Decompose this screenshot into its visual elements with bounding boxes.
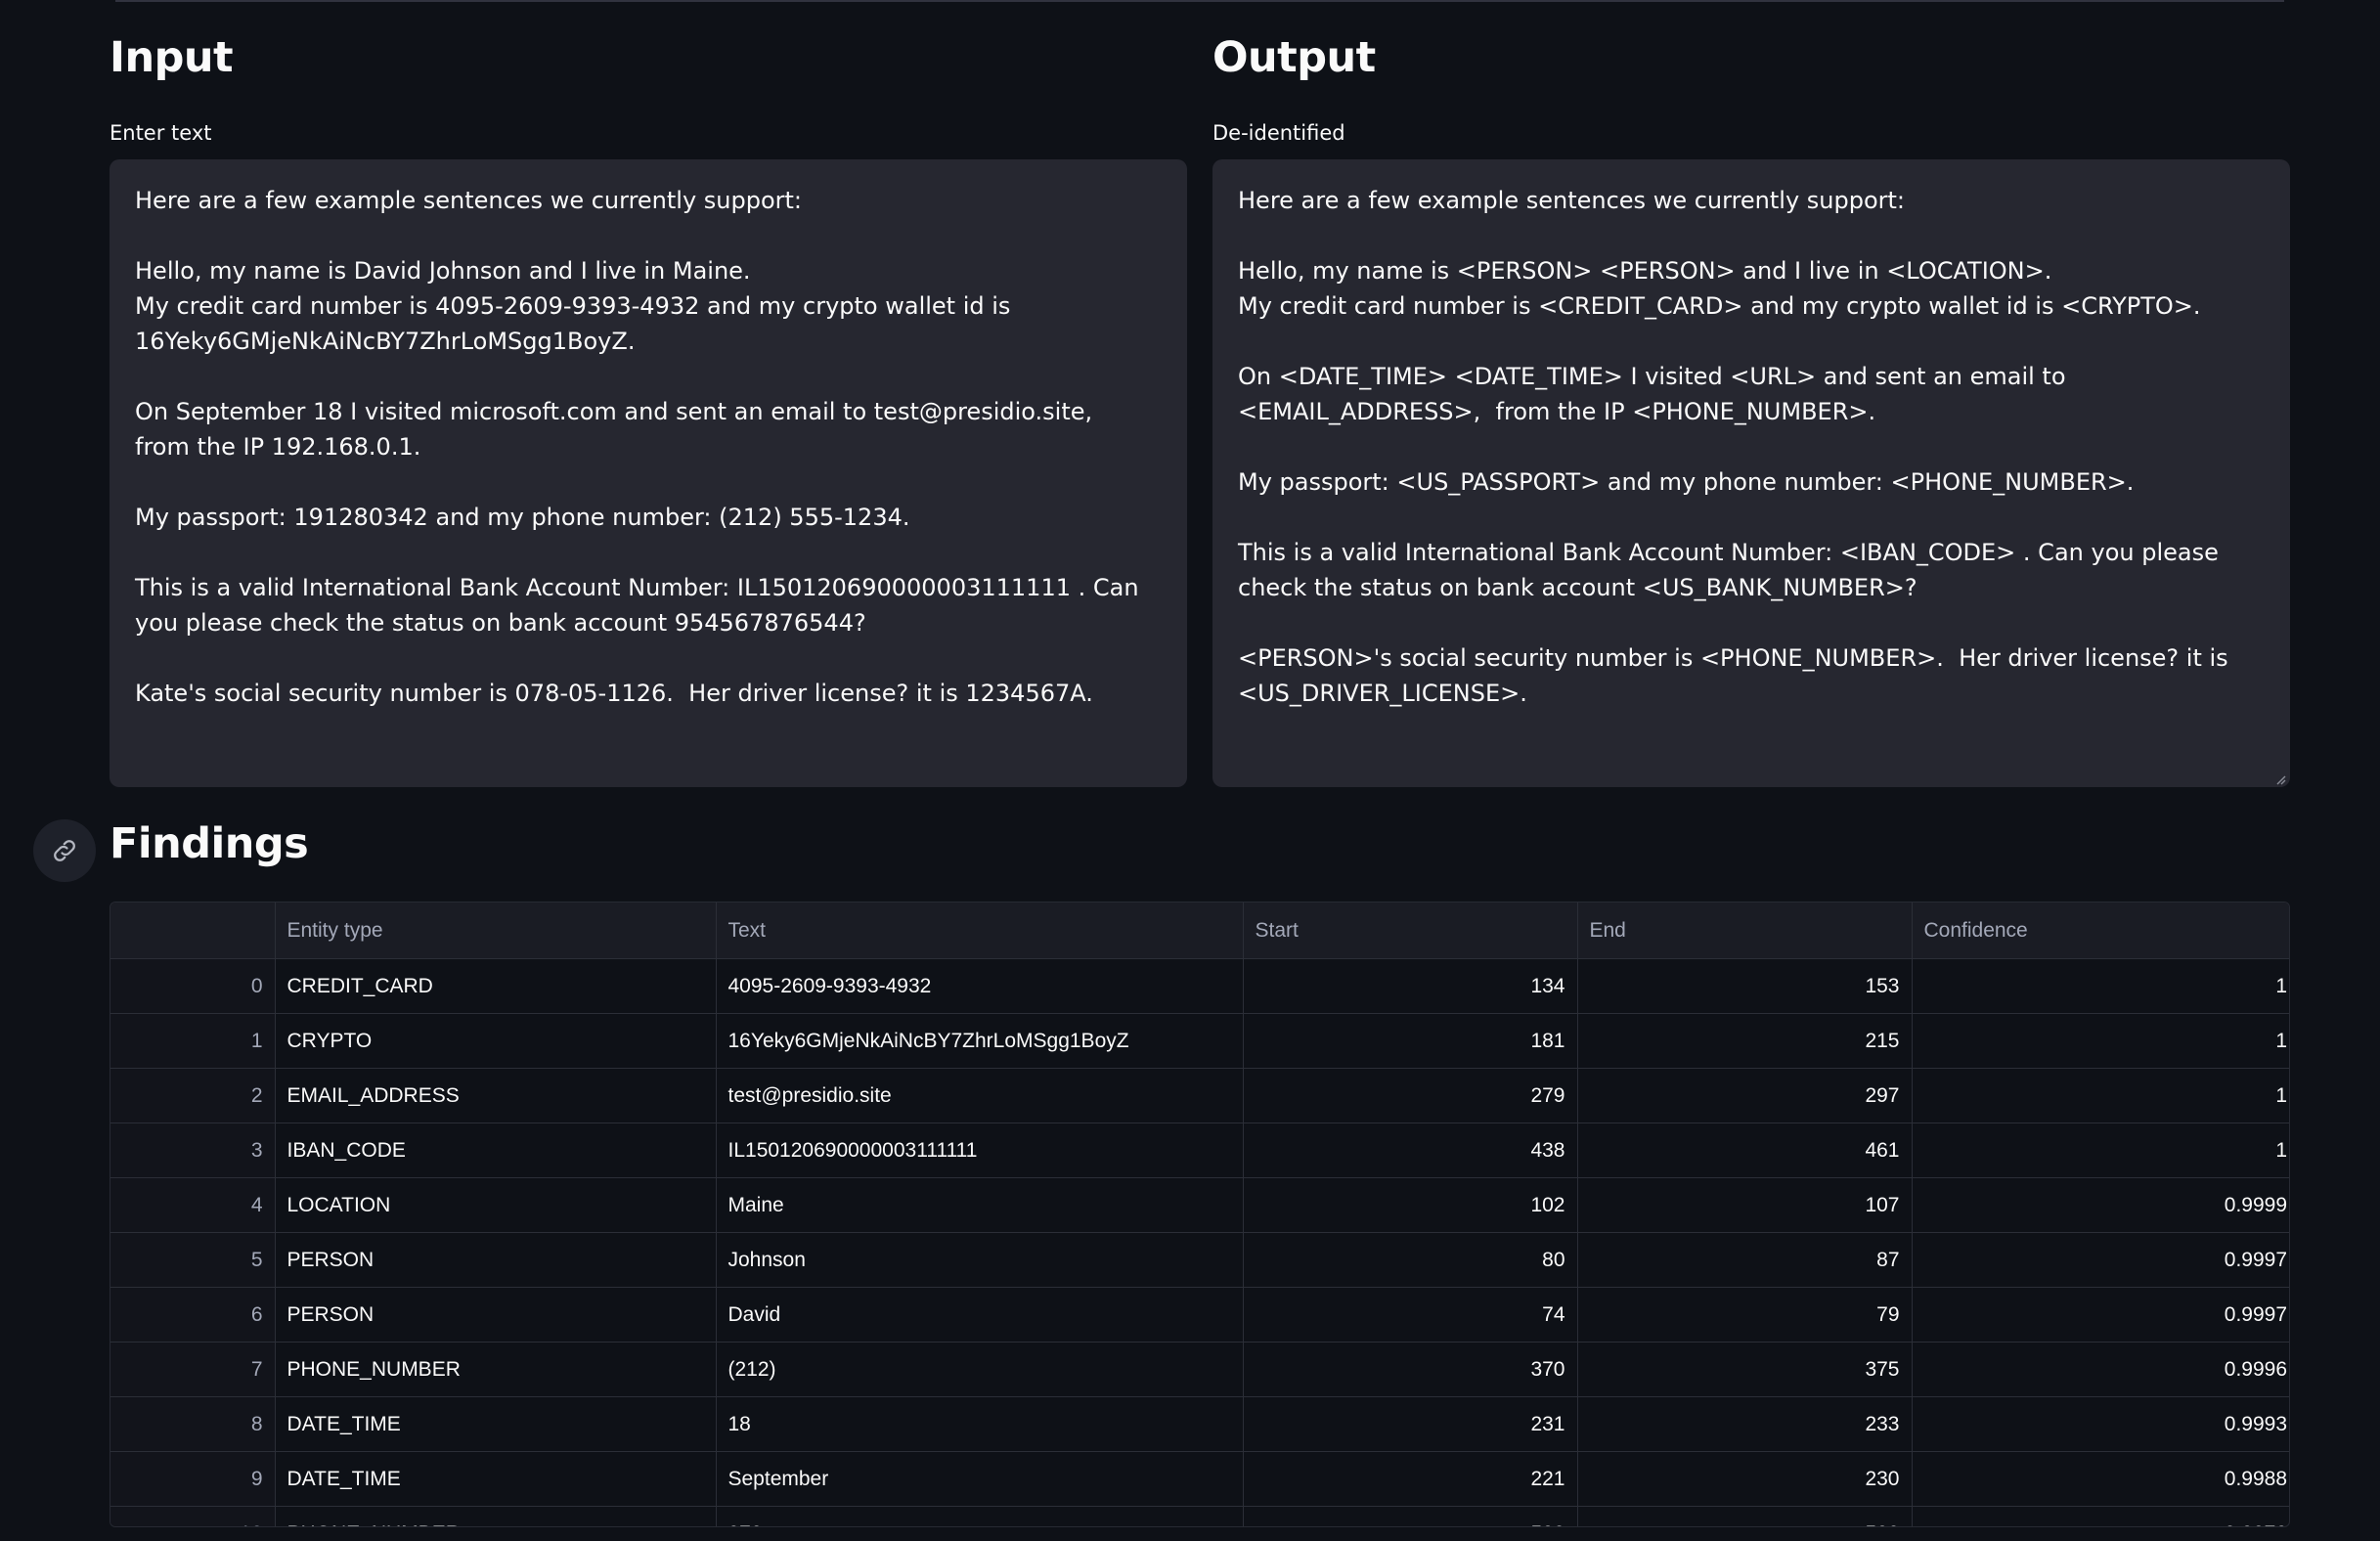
row-index[interactable]: 8 bbox=[110, 1396, 276, 1452]
end-cell[interactable]: 79 bbox=[1577, 1287, 1913, 1343]
entity-type-cell[interactable]: PHONE_NUMBER bbox=[275, 1342, 717, 1397]
table-row[interactable]: 4 LOCATION Maine 102 107 0.9999 bbox=[110, 1177, 2289, 1233]
entity-type-cell[interactable]: IBAN_CODE bbox=[275, 1123, 717, 1178]
start-cell[interactable]: 500 bbox=[1243, 1506, 1578, 1526]
row-index[interactable]: 2 bbox=[110, 1068, 276, 1123]
row-index[interactable]: 6 bbox=[110, 1287, 276, 1343]
confidence-cell[interactable]: 1 bbox=[1912, 958, 2289, 1014]
end-cell[interactable]: 375 bbox=[1577, 1342, 1913, 1397]
table-row[interactable]: 2 EMAIL_ADDRESS test@presidio.site 279 297 1 bbox=[110, 1068, 2289, 1123]
input-label: Enter text bbox=[110, 121, 212, 145]
text-cell[interactable]: (212) bbox=[716, 1342, 1244, 1397]
table-row[interactable]: 7 PHONE_NUMBER (212) 370 375 0.9996 bbox=[110, 1342, 2289, 1397]
confidence-header[interactable]: Confidence bbox=[1912, 903, 2289, 959]
table-row[interactable]: 8 DATE_TIME 18 231 233 0.9993 bbox=[110, 1396, 2289, 1452]
end-cell[interactable]: 107 bbox=[1577, 1177, 1913, 1233]
input-heading: Input bbox=[110, 33, 234, 82]
start-cell[interactable]: 279 bbox=[1243, 1068, 1578, 1123]
findings-table[interactable]: Entity type Text Start End Confidence 0 CREDI… bbox=[110, 902, 2290, 1527]
text-cell[interactable]: 070 bbox=[716, 1506, 1244, 1526]
start-cell[interactable]: 80 bbox=[1243, 1232, 1578, 1288]
start-header[interactable]: Start bbox=[1243, 903, 1578, 959]
text-cell[interactable]: 16Yeky6GMjeNkAiNcBY7ZhrLoMSgg1BoyZ bbox=[716, 1013, 1244, 1069]
confidence-cell[interactable]: 0.9997 bbox=[1912, 1287, 2289, 1343]
output-label: De-identified bbox=[1212, 121, 1345, 145]
resize-grip-icon[interactable] bbox=[2274, 773, 2286, 785]
confidence-cell[interactable]: 0.9999 bbox=[1912, 1177, 2289, 1233]
start-cell[interactable]: 370 bbox=[1243, 1342, 1578, 1397]
output-heading: Output bbox=[1212, 33, 1376, 82]
row-index[interactable]: 5 bbox=[110, 1232, 276, 1288]
start-cell[interactable]: 102 bbox=[1243, 1177, 1578, 1233]
text-cell[interactable]: IL150120690000003111111 bbox=[716, 1123, 1244, 1178]
table-row[interactable]: 0 CREDIT_CARD 4095-2609-9393-4932 134 153 1 bbox=[110, 958, 2289, 1014]
row-index[interactable]: 10 bbox=[110, 1506, 276, 1526]
entity-type-cell[interactable]: EMAIL_ADDRESS bbox=[275, 1068, 717, 1123]
confidence-cell[interactable]: 0.9996 bbox=[1912, 1342, 2289, 1397]
start-cell[interactable]: 221 bbox=[1243, 1451, 1578, 1507]
entity-type-cell[interactable]: PHONE_NUMBER bbox=[275, 1506, 717, 1526]
start-cell[interactable]: 438 bbox=[1243, 1123, 1578, 1178]
start-cell[interactable]: 74 bbox=[1243, 1287, 1578, 1343]
end-cell[interactable]: 461 bbox=[1577, 1123, 1913, 1178]
confidence-cell[interactable]: 1 bbox=[1912, 1123, 2289, 1178]
entity-type-cell[interactable]: CRYPTO bbox=[275, 1013, 717, 1069]
output-textarea[interactable]: Here are a few example sentences we curr… bbox=[1212, 159, 2290, 787]
input-textarea[interactable]: Here are a few example sentences we curr… bbox=[110, 159, 1187, 787]
text-cell[interactable]: September bbox=[716, 1451, 1244, 1507]
text-cell[interactable]: 4095-2609-9393-4932 bbox=[716, 958, 1244, 1014]
end-cell[interactable]: 153 bbox=[1577, 958, 1913, 1014]
end-cell[interactable]: 215 bbox=[1577, 1013, 1913, 1069]
link-icon bbox=[54, 840, 75, 861]
text-cell[interactable]: test@presidio.site bbox=[716, 1068, 1244, 1123]
confidence-cell[interactable]: 0.0070 bbox=[1912, 1506, 2289, 1526]
confidence-cell[interactable]: 1 bbox=[1912, 1068, 2289, 1123]
table-row[interactable]: 10PHONE_NUMBER0705005000.0070 bbox=[110, 1506, 2289, 1526]
text-header[interactable]: Text bbox=[716, 903, 1244, 959]
table-row[interactable]: 9 DATE_TIME September 221 230 0.9988 bbox=[110, 1451, 2289, 1507]
row-index[interactable]: 9 bbox=[110, 1451, 276, 1507]
end-cell[interactable]: 500 bbox=[1577, 1506, 1913, 1526]
table-row[interactable]: 3 IBAN_CODE IL150120690000003111111 438 461 1 bbox=[110, 1123, 2289, 1178]
start-cell[interactable]: 134 bbox=[1243, 958, 1578, 1014]
end-header[interactable]: End bbox=[1577, 903, 1913, 959]
row-index[interactable]: 0 bbox=[110, 958, 276, 1014]
end-cell[interactable]: 233 bbox=[1577, 1396, 1913, 1452]
end-cell[interactable]: 297 bbox=[1577, 1068, 1913, 1123]
entity-type-cell[interactable]: PERSON bbox=[275, 1232, 717, 1288]
row-index[interactable]: 7 bbox=[110, 1342, 276, 1397]
start-cell[interactable]: 231 bbox=[1243, 1396, 1578, 1452]
entity-type-cell[interactable]: PERSON bbox=[275, 1287, 717, 1343]
text-cell[interactable]: David bbox=[716, 1287, 1244, 1343]
table-header-row: Entity type Text Start End Confidence bbox=[110, 903, 2289, 959]
anchor-link-button[interactable] bbox=[33, 819, 96, 882]
findings-heading: Findings bbox=[110, 819, 309, 868]
table-row[interactable]: 1 CRYPTO 16Yeky6GMjeNkAiNcBY7ZhrLoMSgg1Boy… bbox=[110, 1013, 2289, 1069]
table-row[interactable]: 6 PERSON David 74 79 0.9997 bbox=[110, 1287, 2289, 1343]
end-cell[interactable]: 230 bbox=[1577, 1451, 1913, 1507]
text-cell[interactable]: Maine bbox=[716, 1177, 1244, 1233]
confidence-cell[interactable]: 1 bbox=[1912, 1013, 2289, 1069]
row-index[interactable]: 1 bbox=[110, 1013, 276, 1069]
entity-type-cell[interactable]: CREDIT_CARD bbox=[275, 958, 717, 1014]
text-cell[interactable]: 18 bbox=[716, 1396, 1244, 1452]
confidence-cell[interactable]: 0.9993 bbox=[1912, 1396, 2289, 1452]
confidence-cell[interactable]: 0.9997 bbox=[1912, 1232, 2289, 1288]
start-cell[interactable]: 181 bbox=[1243, 1013, 1578, 1069]
confidence-cell[interactable]: 0.9988 bbox=[1912, 1451, 2289, 1507]
top-divider bbox=[115, 0, 2284, 2]
text-cell[interactable]: Johnson bbox=[716, 1232, 1244, 1288]
row-index[interactable]: 4 bbox=[110, 1177, 276, 1233]
end-cell[interactable]: 87 bbox=[1577, 1232, 1913, 1288]
entity-type-cell[interactable]: DATE_TIME bbox=[275, 1451, 717, 1507]
table-body: 0 CREDIT_CARD 4095-2609-9393-4932 134 153 1 1 C… bbox=[110, 958, 2289, 1526]
entity-type-cell[interactable]: DATE_TIME bbox=[275, 1396, 717, 1452]
index-header[interactable] bbox=[110, 903, 276, 959]
table-row[interactable]: 5 PERSON Johnson 80 87 0.9997 bbox=[110, 1232, 2289, 1288]
entity-type-cell[interactable]: LOCATION bbox=[275, 1177, 717, 1233]
entity-type-header[interactable]: Entity type bbox=[275, 903, 717, 959]
row-index[interactable]: 3 bbox=[110, 1123, 276, 1178]
